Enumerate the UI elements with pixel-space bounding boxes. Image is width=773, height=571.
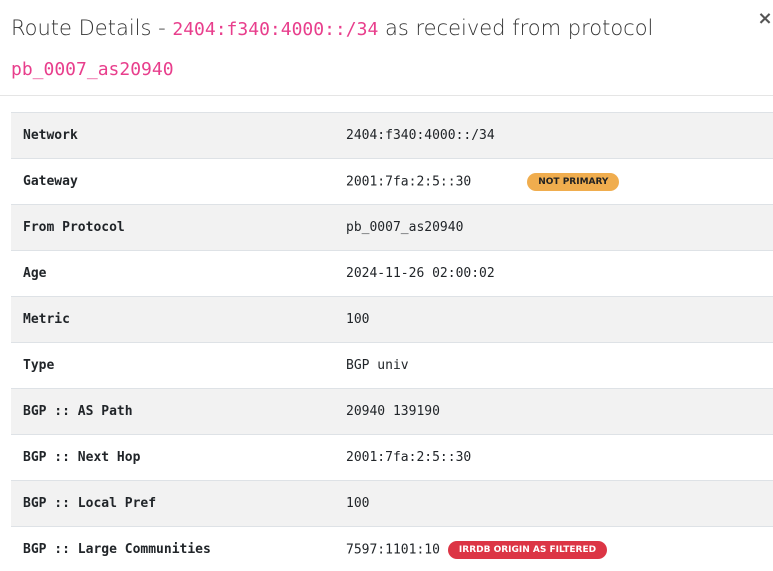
modal-title: Route Details - 2404:f340:4000::/34 as r… — [11, 9, 733, 89]
table-row: BGP :: Large Communities 7597:1101:10 IRR… — [11, 526, 773, 571]
row-value-large-communities: 7597:1101:10 — [346, 542, 440, 558]
row-value-as-path: 20940 139190 — [346, 404, 440, 419]
row-key-metric: Metric — [23, 312, 70, 327]
table-row: From Protocol pb_0007_as20940 — [11, 204, 773, 251]
close-button[interactable]: × — [757, 8, 773, 30]
row-key-next-hop: BGP :: Next Hop — [23, 450, 141, 465]
row-value-age: 2024-11-26 02:00:02 — [346, 266, 495, 281]
irrdb-filtered-badge: IRRDB ORIGIN AS FILTERED — [447, 540, 608, 559]
row-value-local-pref: 100 — [346, 496, 370, 511]
row-key-network: Network — [23, 128, 78, 143]
row-key-as-path: BGP :: AS Path — [23, 404, 133, 419]
route-details-table: Network 2404:f340:4000::/34 Gateway 2001… — [11, 112, 773, 571]
table-row: BGP :: AS Path 20940 139190 — [11, 388, 773, 435]
table-row: Age 2024-11-26 02:00:02 — [11, 250, 773, 297]
row-value-large-communities-cell: 7597:1101:10 IRRDB ORIGIN AS FILTERED — [334, 527, 773, 571]
table-row: Metric 100 — [11, 296, 773, 343]
row-value-next-hop: 2001:7fa:2:5::30 — [346, 450, 472, 465]
title-network-code: 2404:f340:4000::/34 — [172, 19, 379, 40]
row-value-gateway: 2001:7fa:2:5::30 — [346, 174, 472, 189]
row-key-large-communities: BGP :: Large Communities — [23, 542, 211, 558]
table-row: Gateway 2001:7fa:2:5::30 NOT PRIMARY — [11, 158, 773, 205]
row-key-from-protocol: From Protocol — [23, 220, 125, 235]
title-protocol-code: pb_0007_as20940 — [11, 59, 174, 80]
table-row: Network 2404:f340:4000::/34 — [11, 112, 773, 159]
modal-header: Route Details - 2404:f340:4000::/34 as r… — [0, 0, 773, 96]
table-row: Type BGP univ — [11, 342, 773, 389]
table-row: BGP :: Local Pref 100 — [11, 480, 773, 527]
row-value-network: 2404:f340:4000::/34 — [346, 128, 495, 143]
table-row: BGP :: Next Hop 2001:7fa:2:5::30 — [11, 434, 773, 481]
row-value-from-protocol: pb_0007_as20940 — [346, 220, 464, 235]
close-icon: × — [757, 8, 773, 29]
row-key-local-pref: BGP :: Local Pref — [23, 496, 157, 511]
title-middle: as received from protocol — [378, 16, 654, 40]
row-key-gateway: Gateway — [23, 174, 78, 189]
row-key-age: Age — [23, 266, 47, 281]
route-details-modal: Route Details - 2404:f340:4000::/34 as r… — [0, 0, 773, 571]
row-value-type: BGP univ — [346, 358, 409, 373]
row-key-type: Type — [23, 358, 55, 373]
not-primary-badge: NOT PRIMARY — [527, 172, 620, 191]
row-value-metric: 100 — [346, 312, 370, 327]
title-prefix: Route Details - — [11, 16, 173, 40]
row-value-gateway-cell: 2001:7fa:2:5::30 NOT PRIMARY — [334, 159, 773, 205]
